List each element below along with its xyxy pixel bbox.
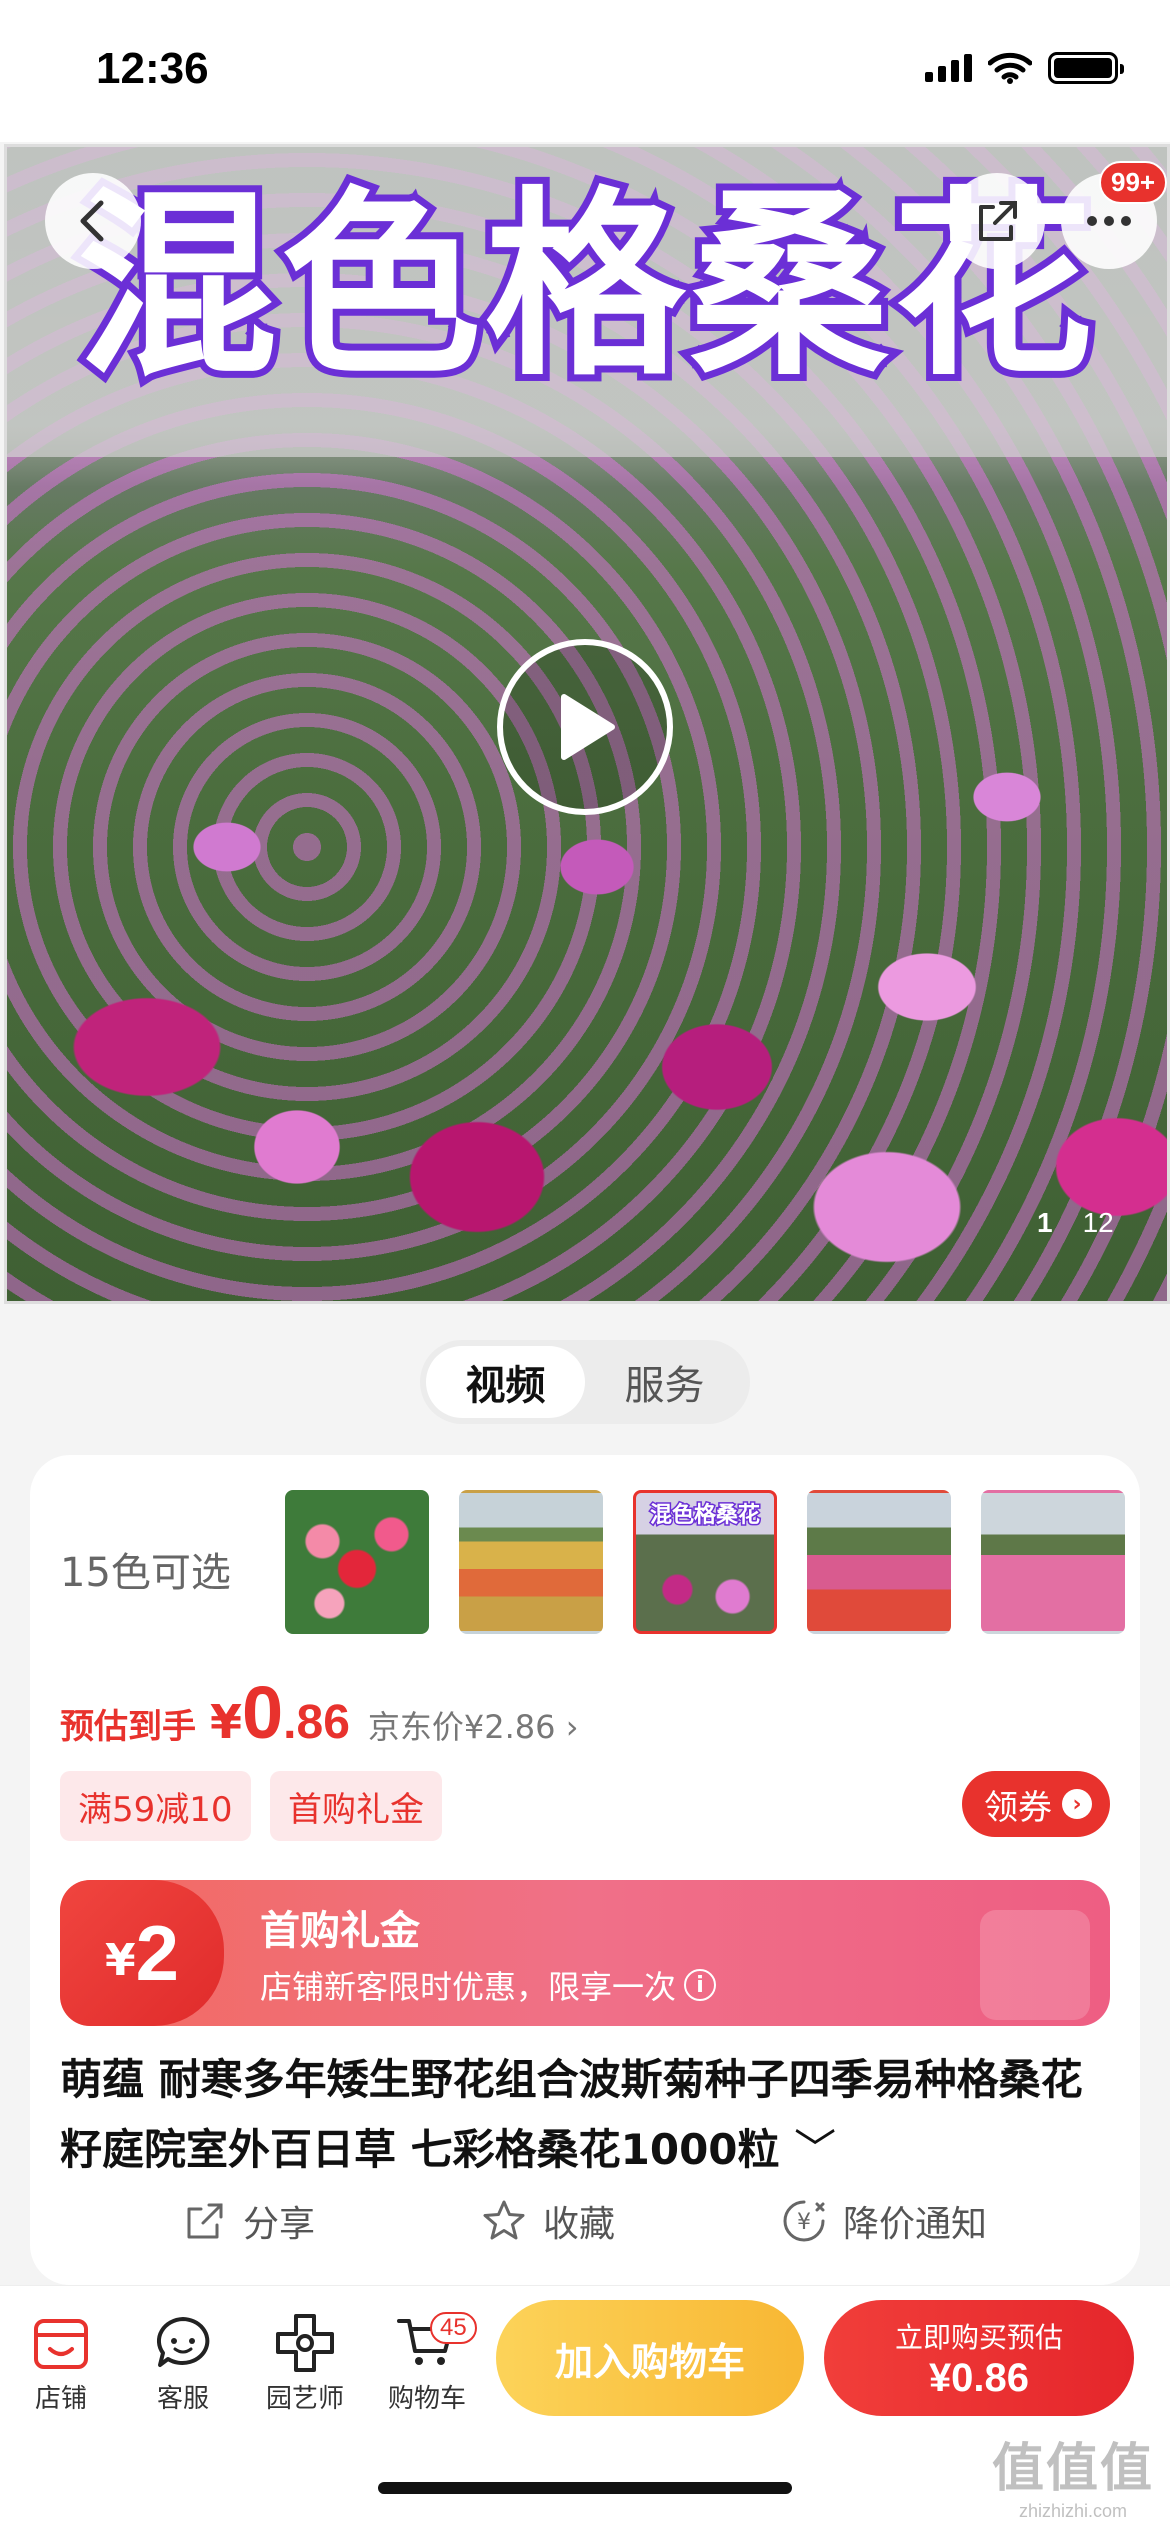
image-page-indicator: 1 12 xyxy=(1037,1207,1114,1239)
price-alert-icon: ¥ xyxy=(783,2200,825,2242)
coupon-label: 领券 xyxy=(984,1787,1052,1828)
nav-shop-label: 店铺 xyxy=(34,2384,87,2414)
first-gift-tag[interactable]: 首购礼金 xyxy=(270,1771,442,1841)
variant-thumb[interactable] xyxy=(285,1490,429,1634)
color-count[interactable]: 15色可选 xyxy=(60,1540,231,1598)
product-media[interactable]: 混色格桑花 99+ 1 12 xyxy=(4,144,1170,1304)
nav-gardener[interactable]: 园艺师 xyxy=(250,2308,360,2415)
share-label: 分享 xyxy=(242,2204,315,2245)
media-toggle: 视频 服务 xyxy=(420,1340,750,1424)
price-row: 预估到手 ¥ 0 .86 京东价¥2.86 › xyxy=(60,1670,579,1755)
nav-service-label: 客服 xyxy=(156,2384,209,2414)
gift-subtitle-text: 店铺新客限时优惠，限享一次 xyxy=(260,1968,677,2006)
favorite-action[interactable]: 收藏 xyxy=(481,2195,615,2247)
jd-price-link[interactable]: 京东价¥2.86 › xyxy=(368,1702,579,1748)
variant-thumb[interactable] xyxy=(981,1490,1125,1634)
variant-thumb-label: 混色格桑花 xyxy=(648,1502,761,1530)
svg-text:¥: ¥ xyxy=(797,2210,811,2235)
gift-title: 首购礼金 xyxy=(260,1908,420,1954)
favorite-label: 收藏 xyxy=(542,2204,615,2245)
battery-icon xyxy=(1048,52,1124,84)
star-icon xyxy=(483,2200,525,2240)
price-integer: 0 xyxy=(242,1671,284,1754)
chat-icon xyxy=(157,2317,210,2367)
discount-tag[interactable]: 满59减10 xyxy=(60,1771,251,1841)
share-button[interactable] xyxy=(949,173,1045,269)
page-current: 1 xyxy=(1037,1207,1053,1238)
add-to-cart-button[interactable]: 加入购物车 xyxy=(496,2300,804,2416)
chevron-left-icon xyxy=(80,200,104,242)
signal-icon xyxy=(925,54,972,82)
notification-badge: 99+ xyxy=(1099,161,1167,204)
price-symbol: ¥ xyxy=(210,1695,243,1749)
status-icons xyxy=(925,52,1124,84)
nav-shop[interactable]: 店铺 xyxy=(6,2308,116,2415)
price-decimal: .86 xyxy=(283,1696,350,1749)
page-total: 12 xyxy=(1082,1207,1114,1238)
watermark-url: zhizhizhi.com xyxy=(1018,2501,1128,2521)
status-time: 12:36 xyxy=(96,44,209,93)
price-alert-action[interactable]: ¥ 降价通知 xyxy=(781,2195,987,2247)
product-title[interactable]: 萌蕴 耐寒多年矮生野花组合波斯菊种子四季易种格桑花籽庭院室外百日草 七彩格桑花1… xyxy=(60,2045,1110,2185)
back-button[interactable] xyxy=(45,173,141,269)
estimated-price-label: 预估到手 xyxy=(60,1707,196,1747)
nav-gardener-label: 园艺师 xyxy=(265,2384,344,2414)
tab-video[interactable]: 视频 xyxy=(426,1346,585,1418)
buy-now-button[interactable]: 立即购买预估 ¥0.86 xyxy=(824,2300,1134,2416)
gift-value: 2 xyxy=(135,1908,179,1997)
shop-icon xyxy=(34,2319,88,2369)
more-icon xyxy=(1087,216,1131,226)
gift-subtitle: 店铺新客限时优惠，限享一次 i xyxy=(260,1962,717,2008)
watermark-logo: 值值值 xyxy=(991,2439,1154,2499)
variant-thumb[interactable] xyxy=(459,1490,603,1634)
tab-service[interactable]: 服务 xyxy=(585,1346,744,1418)
product-title-text: 萌蕴 耐寒多年矮生野花组合波斯菊种子四季易种格桑花籽庭院室外百日草 七彩格桑花1… xyxy=(60,2055,1083,2174)
watermark: 值值值 zhizhizhi.com xyxy=(992,2426,1154,2522)
variant-thumb[interactable] xyxy=(807,1490,951,1634)
variant-thumb-selected[interactable]: 混色格桑花 xyxy=(633,1490,777,1634)
play-video-button[interactable] xyxy=(497,639,673,815)
home-indicator xyxy=(378,2482,792,2494)
buy-now-price: ¥0.86 xyxy=(928,2355,1030,2400)
buy-now-label: 立即购买预估 xyxy=(894,2320,1063,2354)
share-icon xyxy=(979,201,1017,241)
status-bar: 12:36 xyxy=(0,0,1170,142)
first-gift-banner[interactable]: ¥ 2 首购礼金 店铺新客限时优惠，限享一次 i xyxy=(60,1880,1110,2026)
expand-chevron-icon[interactable]: ﹀ xyxy=(794,2125,836,2174)
variant-thumbnails: 混色格桑花 xyxy=(285,1490,1125,1634)
price-alert-label: 降价通知 xyxy=(842,2204,987,2245)
nav-cart[interactable]: 购物车 45 xyxy=(372,2308,482,2415)
gift-amount: ¥ 2 xyxy=(60,1880,224,2026)
play-icon xyxy=(561,694,615,760)
share-icon xyxy=(187,2203,223,2239)
product-info-card: 15色可选 混色格桑花 预估到手 ¥ 0 .86 京东价¥2.86 › 满59减… xyxy=(30,1455,1140,2285)
gift-box-icon xyxy=(980,1910,1090,2020)
chevron-right-icon: › xyxy=(1062,1789,1092,1819)
gift-symbol: ¥ xyxy=(104,1934,136,1986)
nav-customer-service[interactable]: 客服 xyxy=(128,2308,238,2415)
info-icon[interactable]: i xyxy=(684,1969,717,2001)
nav-cart-label: 购物车 xyxy=(387,2384,466,2414)
wifi-icon xyxy=(988,52,1032,84)
get-coupon-button[interactable]: 领券 › xyxy=(962,1771,1110,1837)
share-action[interactable]: 分享 xyxy=(183,2195,315,2247)
cart-count-badge: 45 xyxy=(430,2312,477,2344)
gardener-icon xyxy=(276,2314,334,2372)
action-row: 分享 收藏 ¥ 降价通知 xyxy=(30,2195,1140,2247)
